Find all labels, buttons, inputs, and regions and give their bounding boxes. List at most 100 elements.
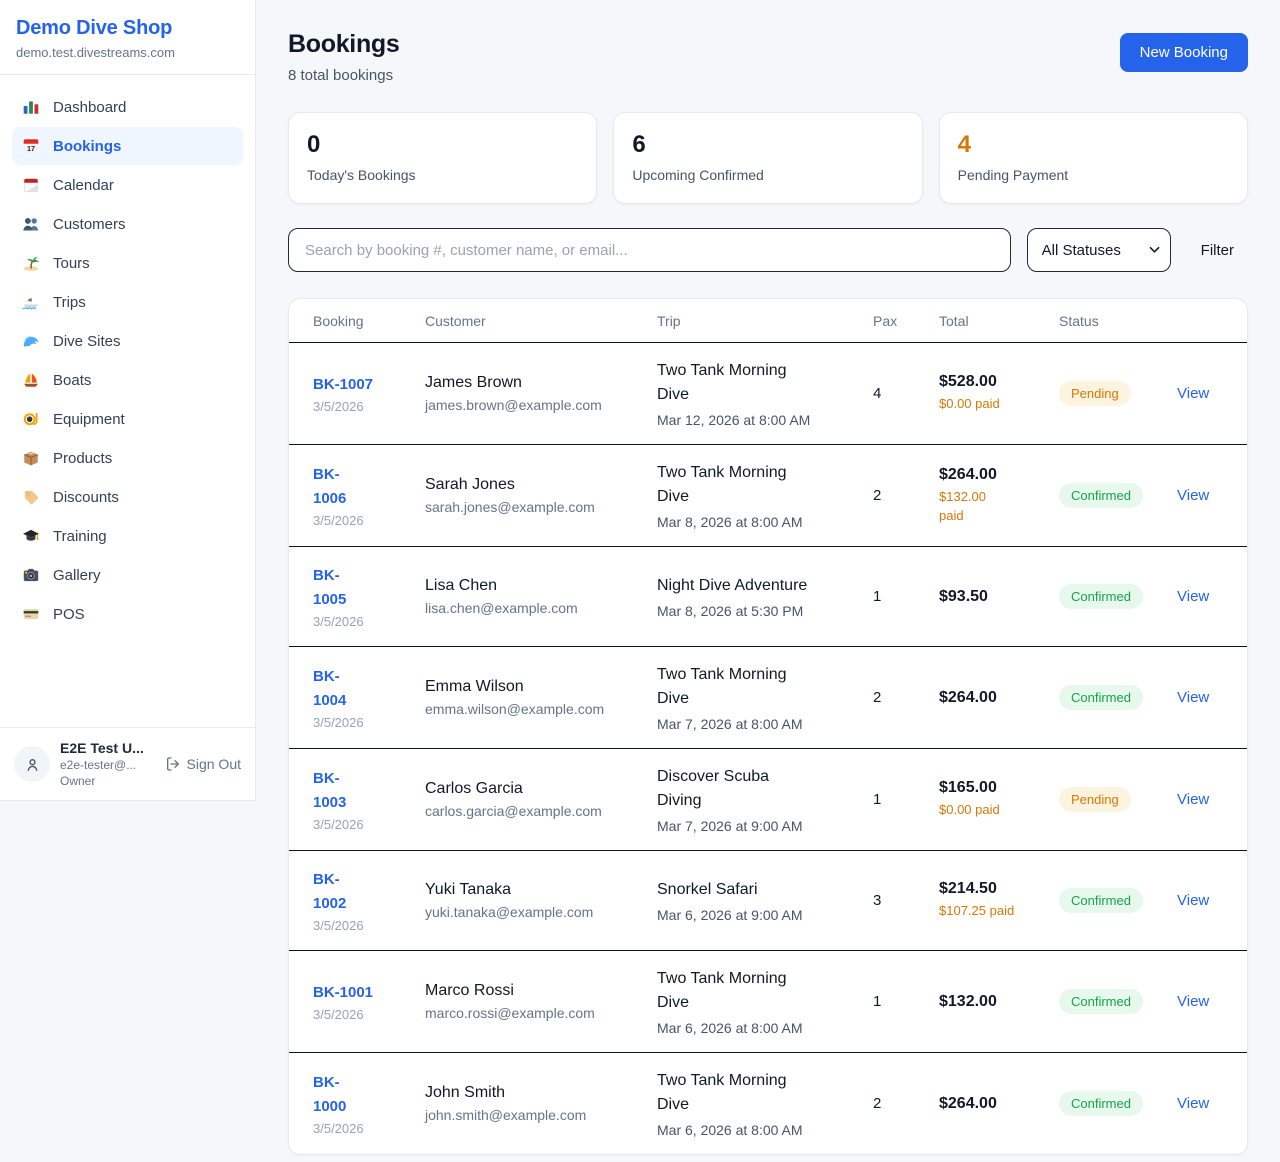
trip-name: Snorkel Safari [657, 878, 861, 902]
view-link[interactable]: View [1177, 791, 1209, 808]
booking-id-link[interactable]: BK- 1004 [313, 665, 413, 712]
brand-name: Demo Dive Shop [16, 17, 239, 40]
sign-out-button[interactable]: Sign Out [165, 756, 241, 772]
status-filter-select[interactable]: All Statuses [1027, 228, 1171, 272]
credit-card-icon [22, 605, 40, 623]
view-link[interactable]: View [1177, 689, 1209, 706]
people-icon [22, 215, 40, 233]
sidebar-item-label: POS [53, 606, 85, 623]
view-link[interactable]: View [1177, 588, 1209, 605]
filter-button[interactable]: Filter [1187, 234, 1248, 267]
booking-id-link[interactable]: BK- 1002 [313, 868, 413, 915]
sidebar-item-calendar[interactable]: Calendar [12, 166, 243, 204]
sidebar-item-gallery[interactable]: Gallery [12, 556, 243, 594]
sidebar-item-customers[interactable]: Customers [12, 205, 243, 243]
stat-label: Today's Bookings [307, 167, 578, 183]
stat-value: 6 [632, 131, 903, 159]
view-link[interactable]: View [1177, 993, 1209, 1010]
person-icon [24, 756, 41, 773]
sidebar-item-dashboard[interactable]: Dashboard [12, 88, 243, 126]
total-amount: $264.00 [939, 689, 1047, 707]
paid-amount: $107.25 paid [939, 902, 1047, 921]
booking-date: 3/5/2026 [313, 399, 413, 414]
total-amount: $93.50 [939, 588, 1047, 606]
customer-name: Lisa Chen [425, 577, 645, 595]
sidebar-item-label: Trips [53, 294, 86, 311]
total-amount: $214.50 [939, 880, 1047, 898]
trip-date: Mar 8, 2026 at 8:00 AM [657, 514, 861, 530]
filter-controls: All Statuses Filter [288, 228, 1248, 272]
customer-name: Carlos Garcia [425, 780, 645, 798]
stat-value: 4 [958, 131, 1229, 159]
column-header-status: Status [1059, 313, 1177, 329]
search-input[interactable] [288, 228, 1011, 272]
sidebar-item-label: Tours [53, 255, 90, 272]
stat-label: Upcoming Confirmed [632, 167, 903, 183]
status-badge: Confirmed [1059, 989, 1143, 1014]
table-row: BK- 10033/5/2026 Carlos Garciacarlos.gar… [289, 749, 1247, 851]
sidebar-item-pos[interactable]: POS [12, 595, 243, 633]
pax-count: 3 [873, 892, 939, 909]
customer-email: john.smith@example.com [425, 1107, 645, 1123]
sidebar-item-training[interactable]: Training [12, 517, 243, 555]
booking-id-link[interactable]: BK- 1003 [313, 767, 413, 814]
brand-domain: demo.test.divestreams.com [16, 45, 239, 60]
trip-date: Mar 6, 2026 at 8:00 AM [657, 1020, 861, 1036]
sidebar-item-discounts[interactable]: Discounts [12, 478, 243, 516]
pax-count: 2 [873, 487, 939, 504]
view-link[interactable]: View [1177, 385, 1209, 402]
view-link[interactable]: View [1177, 487, 1209, 504]
paid-amount: $0.00 paid [939, 395, 1047, 414]
view-link[interactable]: View [1177, 1095, 1209, 1112]
pax-count: 1 [873, 791, 939, 808]
booking-id-link[interactable]: BK- 1000 [313, 1071, 413, 1118]
bar-chart-icon [22, 98, 40, 116]
pax-count: 4 [873, 385, 939, 402]
booking-date: 3/5/2026 [313, 1121, 413, 1136]
sidebar-item-equipment[interactable]: Equipment [12, 400, 243, 438]
sidebar-item-trips[interactable]: Trips [12, 283, 243, 321]
total-amount: $264.00 [939, 1095, 1047, 1113]
page-subtitle: 8 total bookings [288, 67, 400, 84]
sidebar-item-products[interactable]: Products [12, 439, 243, 477]
sidebar-item-boats[interactable]: Boats [12, 361, 243, 399]
calendar-date-icon: 17 [22, 137, 40, 155]
user-role: Owner [60, 774, 155, 788]
new-booking-button[interactable]: New Booking [1120, 33, 1248, 72]
column-header-trip: Trip [657, 313, 873, 329]
sidebar-item-label: Calendar [53, 177, 114, 194]
customer-email: carlos.garcia@example.com [425, 803, 645, 819]
avatar [14, 746, 50, 782]
column-header-customer: Customer [425, 313, 657, 329]
stats-row: 0 Today's Bookings 6 Upcoming Confirmed … [288, 112, 1248, 204]
table-row: BK-10073/5/2026 James Brownjames.brown@e… [289, 343, 1247, 445]
sidebar-item-label: Bookings [53, 138, 121, 155]
bookings-table: Booking Customer Trip Pax Total Status B… [288, 298, 1248, 1155]
stat-card-upcoming-confirmed: 6 Upcoming Confirmed [613, 112, 922, 204]
paid-amount: $0.00 paid [939, 801, 1047, 820]
sidebar-item-tours[interactable]: Tours [12, 244, 243, 282]
column-header-pax: Pax [873, 313, 939, 329]
user-footer: E2E Test U... e2e-tester@... Owner Sign … [0, 727, 255, 800]
trip-name: Two Tank Morning Dive [657, 967, 861, 1015]
table-row: BK-10013/5/2026 Marco Rossimarco.rossi@e… [289, 951, 1247, 1053]
sidebar-item-bookings[interactable]: 17 Bookings [12, 127, 243, 165]
stat-value: 0 [307, 131, 578, 159]
trip-date: Mar 7, 2026 at 9:00 AM [657, 818, 861, 834]
sidebar-item-label: Dashboard [53, 99, 126, 116]
package-icon [22, 449, 40, 467]
view-link[interactable]: View [1177, 892, 1209, 909]
booking-id-link[interactable]: BK-1001 [313, 981, 413, 1004]
booking-id-link[interactable]: BK- 1005 [313, 564, 413, 611]
total-amount: $165.00 [939, 779, 1047, 797]
table-row: BK- 10053/5/2026 Lisa Chenlisa.chen@exam… [289, 547, 1247, 647]
booking-id-link[interactable]: BK-1007 [313, 373, 413, 396]
customer-email: marco.rossi@example.com [425, 1005, 645, 1021]
customer-name: Sarah Jones [425, 476, 645, 494]
sidebar-item-dive-sites[interactable]: Dive Sites [12, 322, 243, 360]
total-amount: $132.00 [939, 993, 1047, 1011]
pax-count: 1 [873, 993, 939, 1010]
sidebar-nav: Dashboard 17 Bookings Calendar Customers… [0, 75, 255, 727]
booking-date: 3/5/2026 [313, 513, 413, 528]
booking-id-link[interactable]: BK- 1006 [313, 463, 413, 510]
